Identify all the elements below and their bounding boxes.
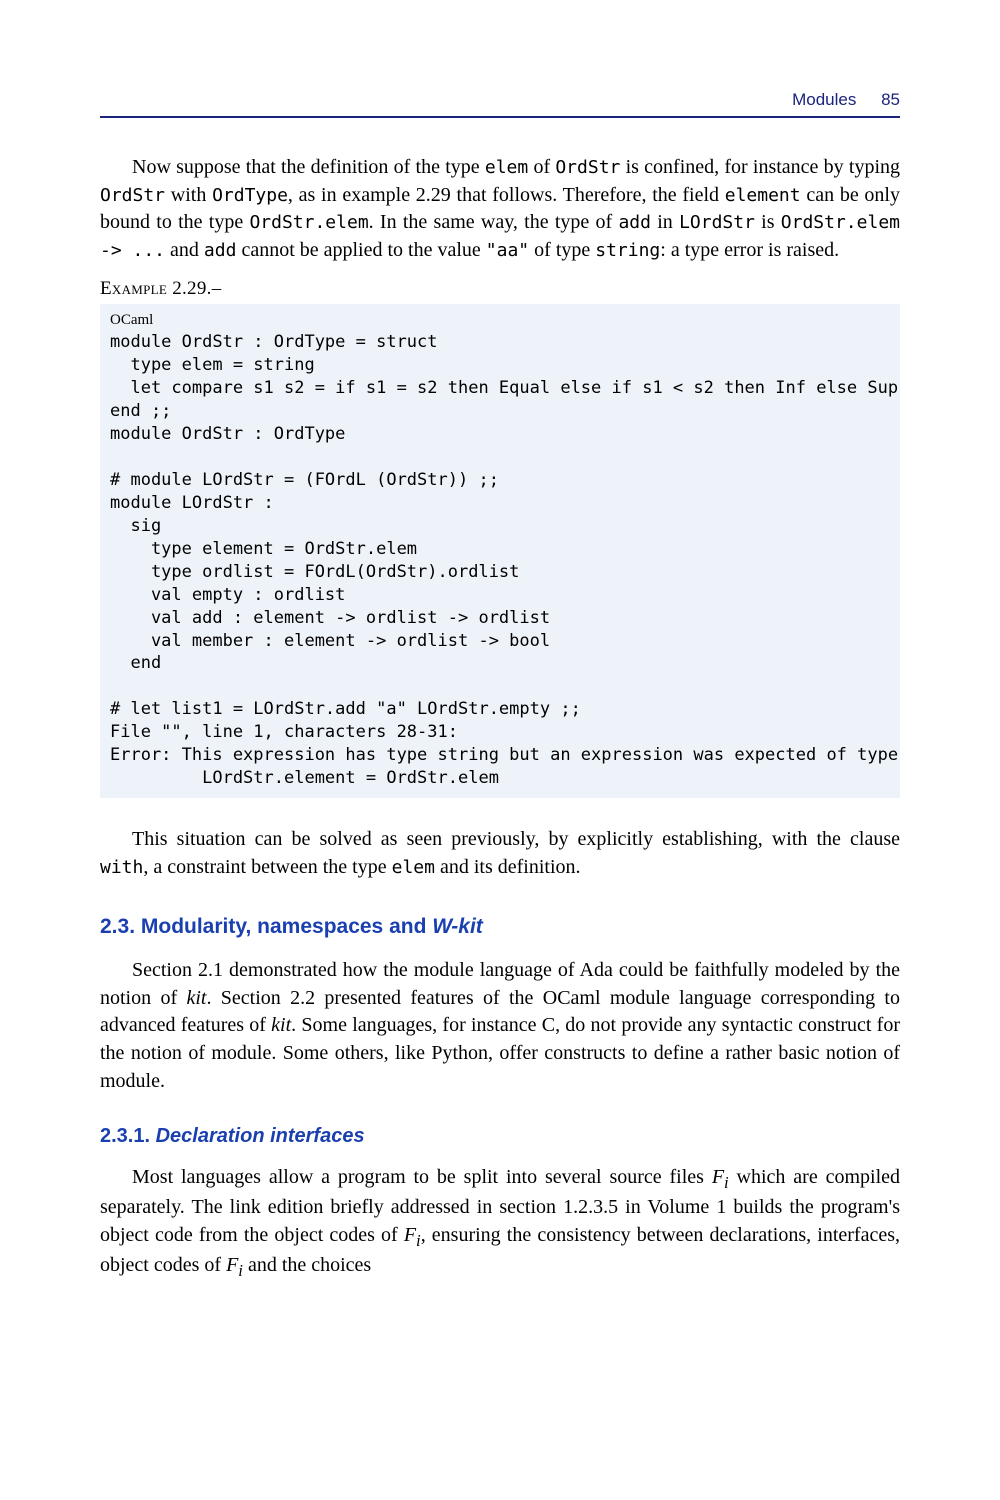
code-body: module OrdStr : OrdType = struct type el… [110, 332, 898, 788]
code-block: OCaml module OrdStr : OrdType = struct t… [100, 304, 900, 798]
inline-code: OrdType [212, 185, 288, 206]
italic-term: kit [271, 1014, 291, 1036]
math-symbol: Fi [226, 1254, 243, 1276]
inline-code: element [725, 185, 801, 206]
header-title: Modules [792, 90, 856, 109]
inline-code: elem [485, 157, 528, 178]
heading-number: 2.3.1. [100, 1125, 156, 1147]
math-symbol: Fi [712, 1166, 729, 1188]
inline-code: "aa" [486, 240, 529, 261]
math-var: F [226, 1254, 238, 1276]
inline-code: add [618, 212, 651, 233]
math-var: F [404, 1224, 416, 1246]
text-run: , as in example 2.29 that follows. There… [288, 184, 725, 206]
text-run: of [528, 156, 555, 178]
inline-code: OrdStr [555, 157, 620, 178]
inline-code: with [100, 857, 143, 878]
section-heading: 2.3. Modularity, namespaces and W-kit [100, 915, 900, 939]
inline-code: OrdStr [100, 185, 165, 206]
subsection-heading: 2.3.1. Declaration interfaces [100, 1125, 900, 1148]
page: Modules 85 Now suppose that the definiti… [0, 0, 1000, 1500]
body-paragraph: Now suppose that the definition of the t… [100, 154, 900, 264]
page-number: 85 [881, 90, 900, 109]
heading-em: Declaration interfaces [156, 1125, 365, 1147]
text-run: with [165, 184, 212, 206]
heading-number: 2.3. [100, 915, 141, 938]
text-run: Most languages allow a program to be spl… [132, 1166, 712, 1188]
inline-code: elem [392, 857, 435, 878]
text-run: cannot be applied to the value [236, 239, 485, 261]
heading-em: W-kit [432, 915, 483, 938]
body-paragraph: This situation can be solved as seen pre… [100, 826, 900, 881]
body-paragraph: Most languages allow a program to be spl… [100, 1164, 900, 1282]
text-run: is confined, for instance by typing [620, 156, 900, 178]
italic-term: kit [186, 987, 206, 1009]
text-run: and the choices [243, 1254, 371, 1276]
heading-text: Modularity, namespaces and [141, 915, 432, 938]
inline-code: OrdStr.elem [249, 212, 368, 233]
text-run: This situation can be solved as seen pre… [132, 828, 900, 850]
text-run: of type [529, 239, 595, 261]
example-label: Example 2.29.– [100, 278, 900, 300]
text-run: Now suppose that the definition of the t… [132, 156, 485, 178]
math-symbol: Fi [404, 1224, 421, 1246]
text-run: in [651, 211, 679, 233]
inline-code: string [595, 240, 660, 261]
inline-code: LOrdStr [679, 212, 755, 233]
inline-code: add [204, 240, 237, 261]
text-run: : a type error is raised. [660, 239, 839, 261]
text-run: . In the same way, the type of [369, 211, 619, 233]
text-run: , a constraint between the type [143, 856, 391, 878]
code-language-tag: OCaml [110, 312, 153, 328]
text-run: and its definition. [435, 856, 581, 878]
text-run: and [165, 239, 204, 261]
running-header: Modules 85 [100, 90, 900, 118]
text-run: is [755, 211, 781, 233]
math-var: F [712, 1166, 724, 1188]
body-paragraph: Section 2.1 demonstrated how the module … [100, 957, 900, 1095]
